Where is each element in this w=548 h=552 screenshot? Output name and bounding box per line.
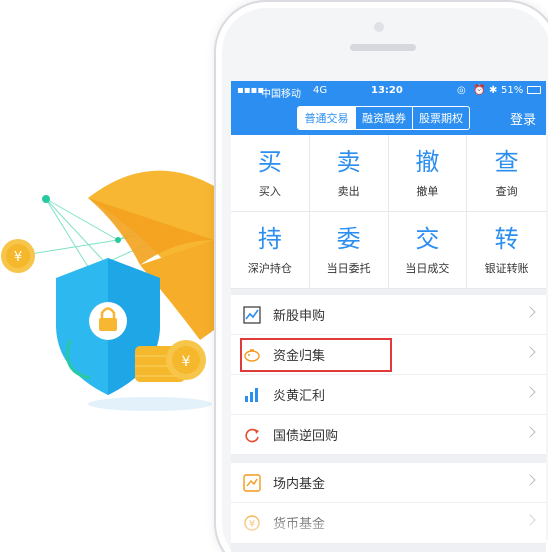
list-item-label: 炎黄汇利 bbox=[273, 389, 326, 404]
trade-mode-tabs: 普通交易 融资融券 股票期权 bbox=[297, 106, 470, 130]
chevron-right-icon bbox=[524, 306, 536, 318]
highlight-box bbox=[240, 338, 392, 372]
bluetooth-icon: ✱ bbox=[489, 85, 498, 96]
svg-text:¥: ¥ bbox=[249, 519, 255, 530]
lock-icon bbox=[89, 302, 127, 340]
list-item-ipo[interactable]: 新股申购 bbox=[231, 295, 546, 335]
cancel-order-icon: 撤 bbox=[415, 148, 440, 176]
grid-item-sell[interactable]: 卖卖出 bbox=[309, 135, 389, 212]
chevron-right-icon bbox=[524, 346, 536, 358]
list-item-label: 国债逆回购 bbox=[273, 429, 339, 444]
network-label: 4G bbox=[313, 85, 328, 96]
money-fund-icon: ¥ bbox=[243, 514, 261, 532]
list-item-label: 货币基金 bbox=[273, 517, 326, 532]
trade-function-grid: 买买入 卖卖出 撤撤单 查查询 持深沪持仓 委当日委托 交当日成交 转银证转账 bbox=[231, 135, 546, 289]
clock: 13:20 bbox=[371, 85, 403, 96]
query-icon: 查 bbox=[494, 148, 519, 176]
grid-item-label: 撤单 bbox=[416, 185, 439, 198]
grid-item-label: 卖出 bbox=[337, 185, 360, 198]
chart-trend-icon bbox=[243, 305, 261, 324]
chevron-right-icon bbox=[524, 514, 536, 526]
grid-item-today-deals[interactable]: 交当日成交 bbox=[388, 212, 468, 289]
grid-item-query[interactable]: 查查询 bbox=[467, 135, 546, 212]
speaker-grille bbox=[350, 44, 416, 51]
holdings-icon: 持 bbox=[257, 225, 282, 253]
coin-stack-icon: ¥ bbox=[135, 340, 206, 382]
grid-item-label: 深沪持仓 bbox=[247, 262, 292, 275]
grid-item-today-orders[interactable]: 委当日委托 bbox=[309, 212, 389, 289]
grid-item-label: 买入 bbox=[258, 185, 281, 198]
chevron-right-icon bbox=[524, 426, 536, 438]
login-button[interactable]: 登录 bbox=[510, 109, 536, 128]
list-item-money-fund[interactable]: ¥ 货币基金 bbox=[231, 503, 546, 543]
coin-icon: ¥ bbox=[1, 239, 35, 273]
tab-margin-trade[interactable]: 融资融券 bbox=[355, 107, 412, 129]
list-item-fund-collection[interactable]: 资金归集 bbox=[231, 335, 546, 375]
list-item-reverse-repo[interactable]: 国债逆回购 bbox=[231, 415, 546, 455]
buy-icon: 买 bbox=[257, 148, 282, 176]
grid-item-label: 查询 bbox=[495, 185, 518, 198]
battery-icon bbox=[527, 86, 541, 94]
app-screen: ▪▪▪▪ 中国移动 4G 13:20 ◎ ⏰ ✱ 51% 普通交易 融资融券 股… bbox=[231, 81, 546, 552]
grid-item-label: 当日委托 bbox=[326, 262, 371, 275]
location-icon: ◎ bbox=[457, 85, 466, 96]
security-illustration: ¥ ¥ bbox=[1, 170, 215, 411]
front-camera-icon bbox=[374, 22, 384, 32]
service-list: 新股申购 资金归集 炎黄汇利 国债逆回购 bbox=[231, 295, 546, 455]
list-item-label: 新股申购 bbox=[273, 309, 326, 324]
status-bar: ▪▪▪▪ 中国移动 4G 13:20 ◎ ⏰ ✱ 51% bbox=[231, 81, 546, 101]
carrier-label: 中国移动 bbox=[261, 89, 301, 100]
grid-item-cancel-order[interactable]: 撤撤单 bbox=[388, 135, 468, 212]
list-item-label: 场内基金 bbox=[273, 477, 326, 492]
alarm-icon: ⏰ bbox=[473, 85, 486, 96]
orders-icon: 委 bbox=[336, 225, 361, 253]
list-item-exchange-fund[interactable]: 场内基金 bbox=[231, 463, 546, 503]
grid-item-bank-transfer[interactable]: 转银证转账 bbox=[467, 212, 546, 289]
tab-normal-trade[interactable]: 普通交易 bbox=[298, 107, 355, 129]
grid-item-buy[interactable]: 买买入 bbox=[231, 135, 310, 212]
fund-icon bbox=[243, 473, 261, 492]
battery-percent: 51% bbox=[501, 85, 524, 96]
chevron-right-icon bbox=[524, 474, 536, 486]
deals-icon: 交 bbox=[415, 225, 440, 253]
grid-item-label: 银证转账 bbox=[484, 262, 529, 275]
grid-item-holdings[interactable]: 持深沪持仓 bbox=[231, 212, 310, 289]
app-header: 普通交易 融资融券 股票期权 登录 bbox=[231, 101, 546, 135]
repo-cycle-icon bbox=[243, 426, 261, 444]
list-item-yanhuang-huili[interactable]: 炎黄汇利 bbox=[231, 375, 546, 415]
transfer-icon: 转 bbox=[494, 225, 519, 253]
tab-stock-options[interactable]: 股票期权 bbox=[412, 107, 469, 129]
bar-chart-icon bbox=[243, 386, 261, 404]
fund-list: 场内基金 ¥ 货币基金 bbox=[231, 463, 546, 543]
sell-icon: 卖 bbox=[336, 148, 361, 176]
chevron-right-icon bbox=[524, 386, 536, 398]
svg-text:¥: ¥ bbox=[182, 354, 191, 370]
svg-text:¥: ¥ bbox=[14, 250, 22, 265]
grid-item-label: 当日成交 bbox=[405, 262, 450, 275]
